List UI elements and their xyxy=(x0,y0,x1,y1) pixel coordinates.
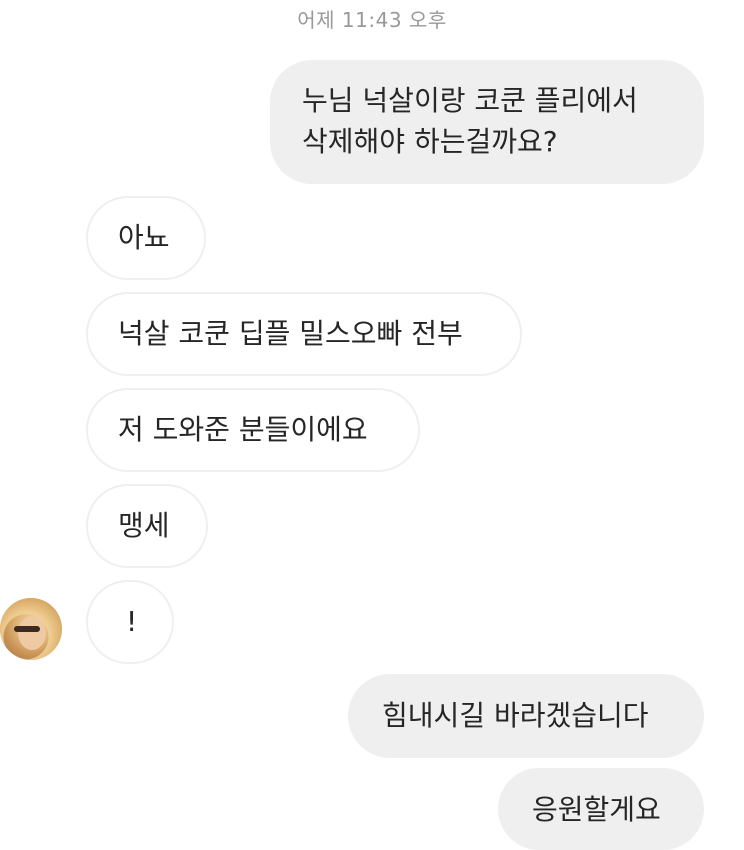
message-text: 넉살 코쿤 딥플 밀스오빠 전부 xyxy=(118,317,463,350)
message-text: 맹세 xyxy=(118,509,170,542)
message-bubble-sent[interactable]: 힘내시길 바라겠습니다 xyxy=(348,674,704,758)
message-bubble-received[interactable]: 넉살 코쿤 딥플 밀스오빠 전부 xyxy=(86,292,522,376)
avatar-face xyxy=(18,616,46,650)
message-text: 힘내시길 바라겠습니다 xyxy=(382,699,649,732)
chat-timestamp: 어제 11:43 오후 xyxy=(297,8,447,32)
message-text: 삭제해야 하는걸까요? xyxy=(302,125,558,158)
message-bubble-received[interactable]: 맹세 xyxy=(86,484,208,568)
message-bubble-received[interactable]: ! xyxy=(86,580,174,664)
message-bubble-sent[interactable]: 누님 넉살이랑 코쿤 플리에서 삭제해야 하는걸까요? xyxy=(270,60,704,184)
message-text: ! xyxy=(126,605,138,638)
sender-avatar[interactable] xyxy=(0,598,62,660)
message-text: 응원할게요 xyxy=(532,793,661,826)
message-text: 누님 넉살이랑 코쿤 플리에서 xyxy=(302,84,638,117)
avatar-glasses xyxy=(14,626,40,632)
message-text: 저 도와준 분들이에요 xyxy=(118,413,368,446)
message-bubble-received[interactable]: 아뇨 xyxy=(86,196,206,280)
message-text: 아뇨 xyxy=(118,221,170,254)
message-bubble-received[interactable]: 저 도와준 분들이에요 xyxy=(86,388,420,472)
message-bubble-sent[interactable]: 응원할게요 xyxy=(498,768,704,850)
